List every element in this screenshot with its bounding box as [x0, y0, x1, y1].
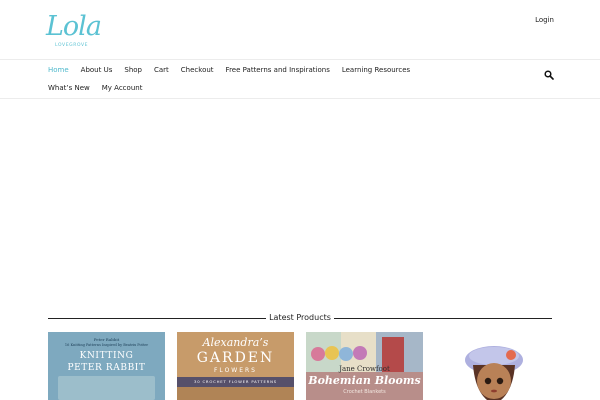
- product-card-garden-flowers[interactable]: Alexandra’s GARDEN FLOWERS 30 CROCHET FL…: [177, 332, 294, 400]
- book-series-label: Peter Rabbit: [93, 337, 120, 342]
- book-title: KNITTING PETER RABBIT: [48, 350, 165, 374]
- logo-subtitle: LOVEGROVE: [55, 43, 89, 48]
- book-title-line1: KNITTING: [79, 351, 134, 361]
- book-subtitle: FLOWERS: [213, 367, 257, 374]
- book-tagline: 16 Knitting Patterns Inspired by Beatrix…: [64, 343, 149, 347]
- crochet-doll-image: [465, 346, 523, 400]
- site-logo[interactable]: Lola LOVEGROVE: [46, 12, 102, 52]
- product-card-crochet-doll[interactable]: [435, 332, 552, 400]
- nav-free-patterns[interactable]: Free Patterns and Inspirations: [226, 66, 330, 74]
- cover-bottom: [177, 387, 294, 400]
- login-link[interactable]: Login: [535, 16, 554, 24]
- nav-shop[interactable]: Shop: [124, 66, 142, 74]
- nav-whats-new[interactable]: What’s New: [48, 84, 90, 92]
- nav-row-2: What’s New My Account: [48, 84, 154, 92]
- cover-illustration: [58, 376, 155, 400]
- search-icon[interactable]: [544, 65, 554, 80]
- book-tagline: 30 CROCHET FLOWER PATTERNS: [194, 379, 277, 384]
- site-header: Lola LOVEGROVE Login: [0, 0, 600, 60]
- nav-row-1: Home About Us Shop Cart Checkout Free Pa…: [48, 66, 422, 74]
- main-navigation: Home About Us Shop Cart Checkout Free Pa…: [0, 60, 600, 99]
- product-card-bohemian-blooms[interactable]: Jane Crowfoot Bohemian Blooms Crochet Bl…: [306, 332, 423, 400]
- latest-products-heading: Latest Products: [48, 312, 552, 324]
- book-title: Bohemian Blooms: [308, 374, 421, 387]
- book-author: Jane Crowfoot: [339, 365, 390, 373]
- book-subtitle: Crochet Blankets: [343, 389, 386, 395]
- book-title: GARDEN: [196, 350, 275, 366]
- nav-learning-resources[interactable]: Learning Resources: [342, 66, 410, 74]
- book-author-script: Alexandra’s: [202, 336, 269, 349]
- nav-my-account[interactable]: My Account: [102, 84, 143, 92]
- product-card-knitting-peter-rabbit[interactable]: Peter Rabbit 16 Knitting Patterns Inspir…: [48, 332, 165, 400]
- nav-checkout[interactable]: Checkout: [181, 66, 214, 74]
- nav-about-us[interactable]: About Us: [81, 66, 113, 74]
- divider-right: [334, 318, 552, 319]
- nav-home[interactable]: Home: [48, 66, 69, 74]
- nav-cart[interactable]: Cart: [154, 66, 169, 74]
- logo-script: Lola: [46, 11, 102, 42]
- book-title-line2: PETER RABBIT: [67, 363, 146, 373]
- yarn-balls-illustration: [311, 346, 367, 361]
